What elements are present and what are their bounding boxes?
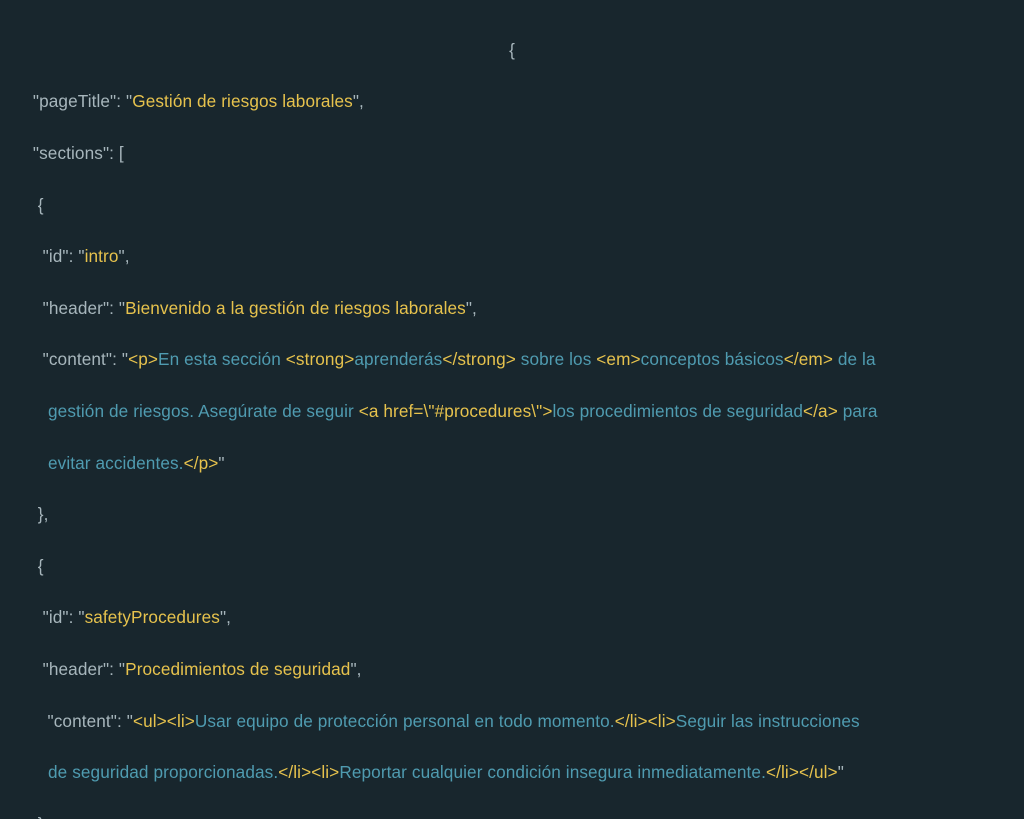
code-line: }, [0,812,1024,819]
code-line: "content": "<ul><li>Usar equipo de prote… [0,709,1024,735]
code-line: de seguridad proporcionadas.</li><li>Rep… [0,760,1024,786]
code-line: "content": "<p>En esta sección <strong>a… [0,347,1024,373]
code-line: gestión de riesgos. Asegúrate de seguir … [0,399,1024,425]
code-line: "pageTitle": "Gestión de riesgos laboral… [0,89,1024,115]
brace-open: { [509,40,515,60]
code-line: { [0,554,1024,580]
code-line: }, [0,502,1024,528]
code-line: "header": "Bienvenido a la gestión de ri… [0,296,1024,322]
json-code-block: { "pageTitle": "Gestión de riesgos labor… [0,0,1024,819]
code-line: "id": "safetyProcedures", [0,605,1024,631]
code-line: "header": "Procedimientos de seguridad", [0,657,1024,683]
code-line: { [0,38,1024,64]
code-line: "sections": [ [0,141,1024,167]
code-line: "id": "intro", [0,244,1024,270]
code-line: evitar accidentes.</p>" [0,451,1024,477]
code-line: { [0,193,1024,219]
